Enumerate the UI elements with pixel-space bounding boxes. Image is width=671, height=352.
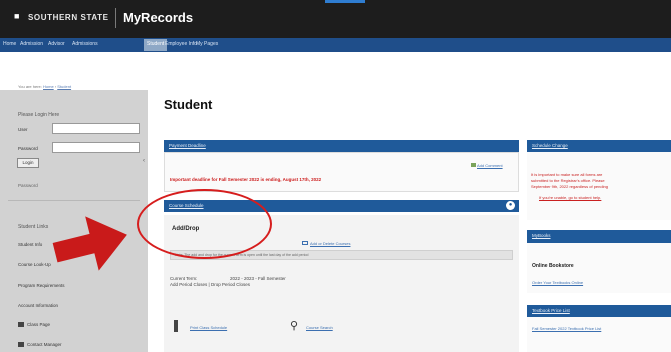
nav-item-admission[interactable]: Admission — [20, 41, 43, 47]
textbook-price-title[interactable]: Textbook Price List — [532, 308, 570, 313]
print-schedule-link[interactable]: Print Class Schedule — [190, 325, 227, 330]
highlight-ellipse — [137, 189, 272, 259]
schedule-change-line-2: submitted to the Registrar's office. Ple… — [531, 178, 605, 183]
comment-icon — [471, 163, 476, 167]
nav-item-home[interactable]: Home — [3, 41, 16, 47]
password-input[interactable] — [52, 142, 140, 153]
textbook-price-panel: Fall Semester 2022 Textbook Price List — [527, 317, 671, 352]
nav-item-advisor[interactable]: Advisor — [48, 41, 65, 47]
sidebar-item-class-page[interactable]: Class Page — [18, 322, 51, 328]
add-delete-courses-link[interactable]: Add or Delete Courses — [302, 241, 350, 246]
mybooks-panel: Online Bookstore Order Your Textbooks On… — [527, 243, 671, 293]
breadcrumb-current[interactable]: Student — [57, 84, 71, 89]
app-header: ■ SOUTHERN STATE MyRecords — [0, 0, 671, 38]
payment-deadline-panel: Add Comment Important deadline for Fall … — [164, 152, 519, 192]
sidebar-item-student-info[interactable]: Student Info — [18, 242, 42, 247]
schedule-change-help-link[interactable]: If you're unable, go to student help. — [539, 195, 601, 200]
login-title: Please Login Here — [18, 112, 60, 118]
app-title[interactable]: MyRecords — [123, 10, 193, 25]
term-periods: Add Period Closes | Drop Period Closes — [170, 282, 250, 287]
add-delete-courses-label: Add or Delete Courses — [310, 241, 351, 246]
course-search-link[interactable]: Course Search — [306, 325, 333, 330]
order-textbooks-link[interactable]: Order Your Textbooks Online — [532, 280, 583, 285]
mybooks-title[interactable]: MyBooks — [532, 233, 551, 238]
deadline-alert: Important deadline for Fall Semester 202… — [170, 177, 322, 182]
schedule-options-icon[interactable]: ● — [506, 201, 515, 210]
breadcrumb-home[interactable]: Home — [43, 84, 54, 89]
nav-item-admissions[interactable]: Admissions — [72, 41, 98, 47]
class-page-icon — [18, 322, 24, 328]
add-comment-link[interactable]: Add Comment — [471, 163, 503, 168]
schedule-change-title[interactable]: Schedule Change — [532, 143, 568, 148]
search-icon: ⚲ — [290, 320, 299, 332]
textbook-price-link[interactable]: Fall Semester 2022 Textbook Price List — [532, 326, 601, 331]
sidebar-item-course-lookup[interactable]: Course Look-Up — [18, 262, 51, 267]
sidebar-item-account-information[interactable]: Account Information — [18, 303, 58, 308]
current-term-value: 2022 - 2023 - Fall Semester — [230, 276, 286, 281]
main-nav: Home Admission Advisor Admissions Studen… — [0, 38, 671, 52]
breadcrumb: You are here: Home › Student — [18, 84, 71, 89]
breadcrumb-prefix: You are here: — [18, 84, 42, 89]
print-icon — [174, 320, 178, 332]
login-button[interactable]: Login — [17, 158, 39, 168]
online-bookstore-label: Online Bookstore — [532, 263, 574, 269]
textbook-price-header: Textbook Price List — [527, 305, 671, 317]
schedule-change-line-3: September 9th, 2022 regardless of pendin… — [531, 184, 608, 189]
collapse-arrow-icon[interactable]: ‹ — [143, 158, 145, 164]
user-input[interactable] — [52, 123, 140, 134]
nav-item-student[interactable]: Student — [144, 39, 168, 51]
current-term-label: Current Term: — [170, 276, 198, 281]
mybooks-header: MyBooks — [527, 230, 671, 243]
page-title: Student — [164, 97, 213, 112]
payment-deadline-header: Payment Deadline — [164, 140, 519, 152]
shield-logo-icon: ■ — [14, 11, 20, 21]
class-page-label: Class Page — [27, 322, 51, 327]
header-divider — [115, 8, 116, 28]
nav-item-employee-info[interactable]: Employee Info — [165, 41, 197, 47]
schedule-change-header: Schedule Change — [527, 140, 671, 152]
contact-manager-label: Contact Manager — [27, 342, 62, 347]
sidebar-item-program-requirements[interactable]: Program Requirements — [18, 283, 65, 288]
calendar-icon — [302, 241, 308, 245]
nav-item-my-pages[interactable]: My Pages — [196, 41, 218, 47]
sidebar-item-contact-manager[interactable]: Contact Manager — [18, 342, 62, 348]
top-accent-bar — [325, 0, 365, 3]
sidebar-divider — [8, 200, 140, 201]
red-pointer-arrow-icon — [52, 216, 127, 271]
student-links-title: Student Links — [18, 224, 49, 230]
schedule-change-line-1: It is important to make sure all forms a… — [531, 172, 603, 177]
schedule-change-panel: It is important to make sure all forms a… — [527, 152, 671, 220]
password-label: Password — [18, 146, 38, 151]
school-name: SOUTHERN STATE — [28, 13, 109, 22]
contact-manager-icon — [18, 342, 24, 348]
password-link[interactable]: Password — [18, 183, 38, 188]
user-label: User — [18, 127, 28, 132]
breadcrumb-sep: › — [54, 84, 57, 89]
add-comment-label: Add Comment — [477, 163, 503, 168]
payment-deadline-title[interactable]: Payment Deadline — [169, 143, 206, 148]
